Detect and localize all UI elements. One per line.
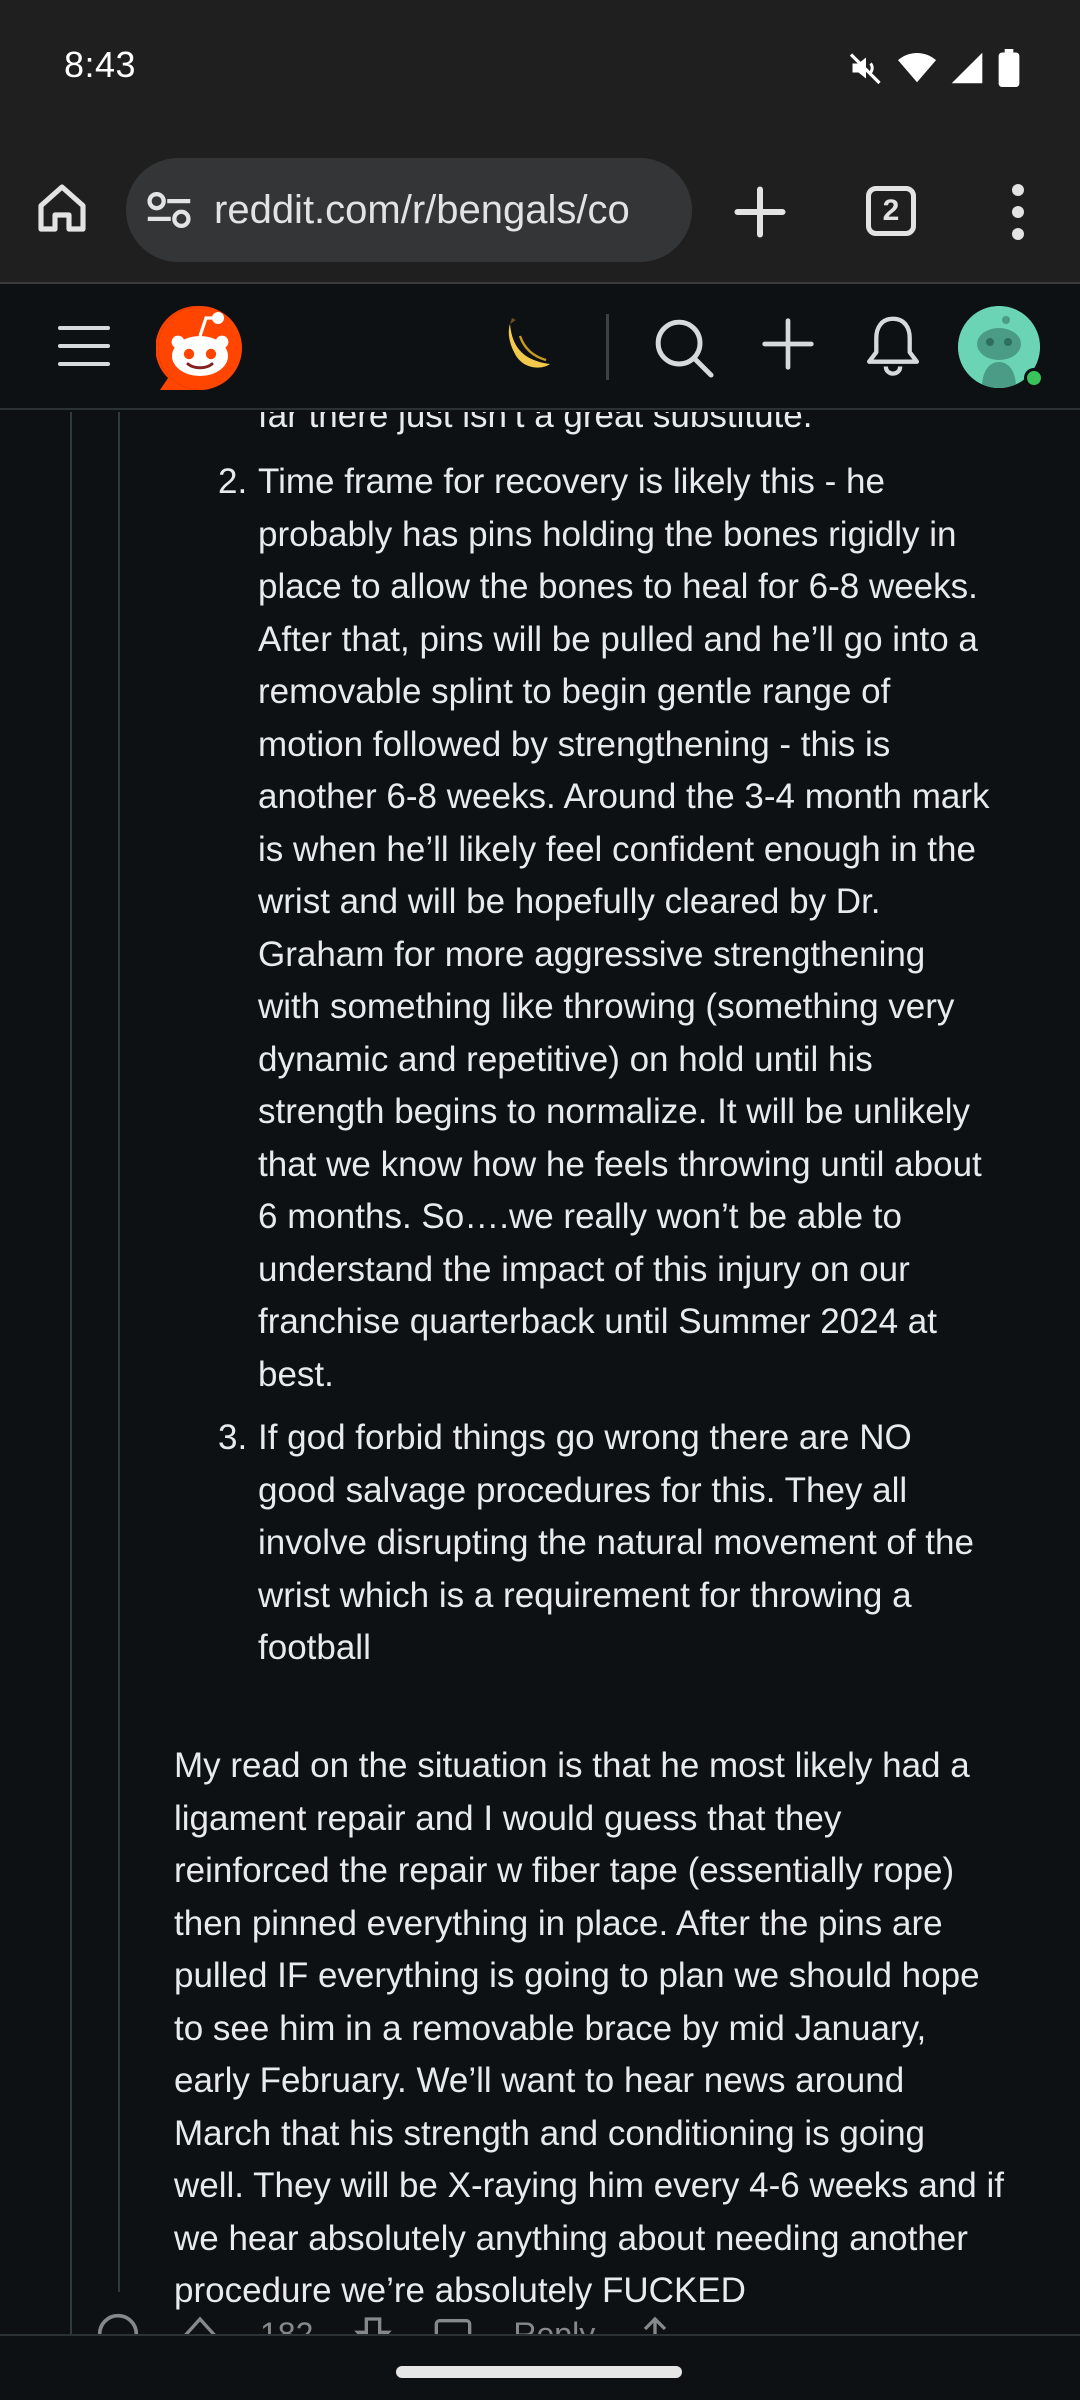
- text-line: understand the impact of this injury on …: [258, 1249, 910, 1289]
- text-line: best.: [258, 1354, 334, 1394]
- text-line: Time frame for recovery is likely this -…: [258, 462, 885, 501]
- list-item: 3. If god forbid things go wrong there a…: [218, 1412, 1038, 1675]
- text-line: procedure we’re absolutely FUCKED: [174, 2271, 746, 2310]
- text-line: involve disrupting the natural movement …: [258, 1523, 974, 1562]
- vote-count: 182: [260, 2315, 314, 2335]
- downvote-icon[interactable]: [353, 2314, 393, 2334]
- browser-toolbar: reddit.com/r/bengals/co 2: [0, 140, 1080, 284]
- collapse-icon[interactable]: [96, 2312, 140, 2334]
- text-line: reinforced the repair w fiber tape (esse…: [174, 1851, 955, 1890]
- tab-count: 2: [882, 194, 900, 227]
- battery-icon: [998, 49, 1020, 87]
- text-line: good salvage procedures for this. They a…: [258, 1470, 908, 1510]
- address-bar[interactable]: reddit.com/r/bengals/co: [126, 158, 692, 262]
- reddit-header: [0, 286, 1080, 410]
- text-line: to see him in a removable brace by mid J…: [174, 2008, 927, 2048]
- text-line: football: [258, 1628, 371, 1667]
- text-line: franchise quarterback until Summer 2024 …: [258, 1302, 937, 1341]
- status-time: 8:43: [64, 44, 137, 85]
- system-nav-bar: [0, 2334, 1080, 2400]
- text-line: If god forbid things go wrong there are …: [258, 1418, 912, 1457]
- text-line: we hear absolutely anything about needin…: [174, 2218, 968, 2258]
- url-text[interactable]: reddit.com/r/bengals/co: [214, 188, 630, 233]
- site-settings-icon[interactable]: [146, 190, 192, 230]
- comment-thread: far there just isn’t a great substitute.…: [0, 412, 1080, 2334]
- reply-icon[interactable]: [433, 2314, 473, 2334]
- reply-label[interactable]: Reply: [513, 2316, 595, 2335]
- more-vert-icon[interactable]: [1000, 182, 1036, 242]
- reddit-logo[interactable]: [156, 302, 244, 394]
- status-bar: 8:43: [0, 0, 1080, 140]
- text-line: then pinned everything in place. After t…: [174, 1903, 943, 1943]
- text-line: After that, pins will be pulled and he’l…: [258, 619, 978, 659]
- comment-paragraph: My read on the situation is that he most…: [174, 1740, 1044, 2318]
- menu-icon[interactable]: [58, 322, 110, 370]
- status-icons: [848, 48, 1020, 88]
- banana-icon[interactable]: [500, 316, 560, 376]
- create-icon[interactable]: [760, 316, 816, 372]
- text-line: with something like throwing (something …: [258, 987, 955, 1026]
- text-line: ligament repair and I would guess that t…: [174, 1798, 842, 1838]
- list-number: 2.: [218, 462, 248, 501]
- thread-line[interactable]: [118, 412, 120, 2292]
- text-line: strength begins to normalize. It will be…: [258, 1092, 971, 1131]
- header-divider: [606, 314, 609, 380]
- signal-icon: [951, 52, 983, 84]
- tabs-icon[interactable]: 2: [866, 186, 916, 236]
- text-line: removable splint to begin gentle range o…: [258, 672, 891, 711]
- list-item: 2. Time frame for recovery is likely thi…: [218, 456, 1038, 1401]
- upvote-icon[interactable]: [180, 2314, 220, 2334]
- text-line: early February. We’ll want to hear news …: [174, 2061, 905, 2100]
- text-line: is when he’ll likely feel confident enou…: [258, 829, 976, 869]
- plus-icon[interactable]: [730, 182, 790, 242]
- text-line: Graham for more aggressive strengthening: [258, 934, 926, 974]
- text-line: dynamic and repetitive) on hold until hi…: [258, 1039, 873, 1079]
- text-line: My read on the situation is that he most…: [174, 1746, 970, 1785]
- list-item-body: If god forbid things go wrong there are …: [258, 1412, 1038, 1675]
- text-line: that we know how he feels throwing until…: [258, 1144, 982, 1184]
- partial-line: far there just isn’t a great substitute.: [258, 412, 813, 435]
- mute-icon: [849, 53, 881, 85]
- comment-actions: 182 Reply: [96, 2312, 675, 2335]
- bell-icon[interactable]: [864, 314, 922, 376]
- list-item-body: Time frame for recovery is likely this -…: [258, 456, 1038, 1401]
- search-icon[interactable]: [652, 316, 716, 380]
- text-line: well. They will be X-raying him every 4-…: [174, 2166, 1004, 2205]
- text-line: March that his strength and conditioning…: [174, 2113, 926, 2153]
- text-line: place to allow the bones to heal for 6-8…: [258, 567, 978, 606]
- gesture-handle[interactable]: [396, 2366, 682, 2378]
- text-line: wrist and will be hopefully cleared by D…: [258, 882, 881, 921]
- home-icon[interactable]: [34, 180, 90, 236]
- share-icon[interactable]: [635, 2314, 675, 2334]
- text-line: motion followed by strengthening - this …: [258, 724, 891, 764]
- wifi-icon: [898, 52, 936, 83]
- text-line: another 6-8 weeks. Around the 3-4 month …: [258, 777, 990, 816]
- thread-line[interactable]: [70, 412, 72, 2334]
- text-line: wrist which is a requirement for throwin…: [258, 1575, 912, 1615]
- text-line: 6 months. So….we really won’t be able to: [258, 1197, 902, 1236]
- online-status-dot: [1024, 368, 1044, 388]
- list-number: 3.: [218, 1418, 248, 1457]
- text-line: pulled IF everything is going to plan we…: [174, 1956, 980, 1995]
- text-line: probably has pins holding the bones rigi…: [258, 514, 957, 554]
